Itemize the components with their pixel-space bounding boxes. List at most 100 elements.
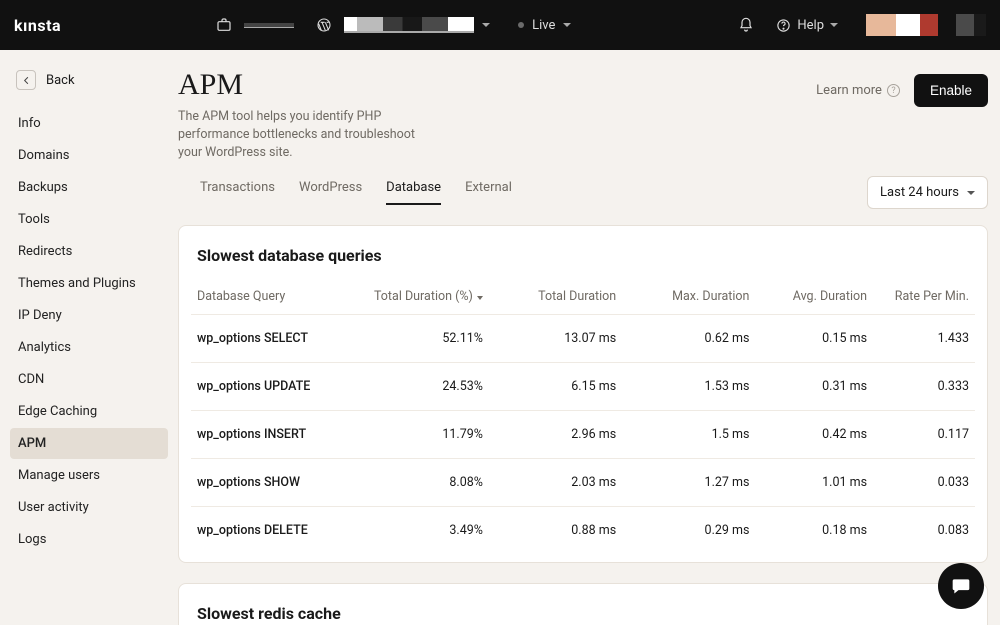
slowest-db-card: Slowest database queries Database Query … [178,225,988,563]
site-name-redacted [344,17,474,33]
cell-max: 0.29 ms [622,507,755,555]
sidebar-item-tools[interactable]: Tools [10,204,168,235]
enable-button[interactable]: Enable [914,74,988,107]
sidebar-item-redirects[interactable]: Redirects [10,236,168,267]
col-query[interactable]: Database Query [191,271,356,315]
cell-pct: 24.53% [356,363,489,411]
back-button[interactable]: Back [10,62,168,108]
help-menu[interactable]: Help [776,18,838,33]
sort-desc-icon [477,296,483,300]
sidebar-item-analytics[interactable]: Analytics [10,332,168,363]
env-status-dot [518,22,524,28]
sidebar: Back InfoDomainsBackupsToolsRedirectsThe… [0,50,178,625]
topbar: kınsta Live Help [0,0,1000,50]
cell-rate: 1.433 [873,315,975,363]
col-pct[interactable]: Total Duration (%) [356,271,489,315]
cell-query: wp_options SELECT [191,315,356,363]
cell-avg: 0.42 ms [755,411,873,459]
sidebar-item-logs[interactable]: Logs [10,524,168,555]
sidebar-item-user-activity[interactable]: User activity [10,492,168,523]
col-total[interactable]: Total Duration [489,271,622,315]
cell-total: 13.07 ms [489,315,622,363]
table-row[interactable]: wp_options INSERT11.79%2.96 ms1.5 ms0.42… [191,411,975,459]
tab-wordpress[interactable]: WordPress [299,180,362,205]
briefcase-icon [212,13,236,37]
environment-switcher[interactable]: Live [518,18,571,33]
notifications-button[interactable] [734,13,758,37]
back-label: Back [46,73,75,88]
tab-transactions[interactable]: Transactions [200,180,275,205]
chevron-down-icon [967,191,975,195]
cell-pct: 52.11% [356,315,489,363]
learn-more-link[interactable]: Learn more ? [816,83,900,98]
table-row[interactable]: wp_options UPDATE24.53%6.15 ms1.53 ms0.3… [191,363,975,411]
sidebar-item-backups[interactable]: Backups [10,172,168,203]
main-content: APM The APM tool helps you identify PHP … [178,50,1000,625]
sidebar-item-domains[interactable]: Domains [10,140,168,171]
cell-rate: 0.033 [873,459,975,507]
cell-max: 1.27 ms [622,459,755,507]
col-rate[interactable]: Rate Per Min. [873,271,975,315]
chevron-down-icon [482,23,490,27]
page-subtitle: The APM tool helps you identify PHP perf… [178,108,438,162]
cell-max: 1.5 ms [622,411,755,459]
arrow-left-icon [16,70,36,90]
db-queries-table: Database Query Total Duration (%) Total … [191,271,975,554]
cell-total: 0.88 ms [489,507,622,555]
tab-database[interactable]: Database [386,180,441,205]
account-avatar-redacted[interactable] [866,14,986,36]
company-name-redacted [244,23,294,28]
cell-rate: 0.117 [873,411,975,459]
chevron-down-icon [563,23,571,27]
col-max[interactable]: Max. Duration [622,271,755,315]
tab-external[interactable]: External [465,180,512,205]
sidebar-item-themes-and-plugins[interactable]: Themes and Plugins [10,268,168,299]
cell-query: wp_options SHOW [191,459,356,507]
cell-avg: 1.01 ms [755,459,873,507]
cell-query: wp_options UPDATE [191,363,356,411]
col-pct-label: Total Duration (%) [374,289,473,304]
chat-icon [951,576,971,596]
cell-query: wp_options INSERT [191,411,356,459]
tabs: Transactions WordPress Database External [200,180,512,205]
cell-pct: 11.79% [356,411,489,459]
sidebar-item-cdn[interactable]: CDN [10,364,168,395]
cell-max: 0.62 ms [622,315,755,363]
cell-rate: 0.333 [873,363,975,411]
company-switcher[interactable] [212,13,294,37]
card-title: Slowest database queries [191,246,975,271]
table-row[interactable]: wp_options SHOW8.08%2.03 ms1.27 ms1.01 m… [191,459,975,507]
col-avg[interactable]: Avg. Duration [755,271,873,315]
sidebar-item-apm[interactable]: APM [10,428,168,459]
cell-pct: 3.49% [356,507,489,555]
sidebar-item-manage-users[interactable]: Manage users [10,460,168,491]
slowest-redis-card: Slowest redis cache [178,583,988,625]
wordpress-icon [312,13,336,37]
help-icon [776,18,791,33]
page-title: APM [178,68,796,102]
card-title: Slowest redis cache [191,604,975,625]
sidebar-item-ip-deny[interactable]: IP Deny [10,300,168,331]
help-label: Help [797,18,824,33]
sidebar-item-info[interactable]: Info [10,108,168,139]
cell-avg: 0.18 ms [755,507,873,555]
cell-avg: 0.31 ms [755,363,873,411]
time-range-dropdown[interactable]: Last 24 hours [867,176,988,209]
cell-max: 1.53 ms [622,363,755,411]
learn-more-label: Learn more [816,83,882,98]
brand-logo[interactable]: kınsta [14,16,61,35]
cell-rate: 0.083 [873,507,975,555]
cell-pct: 8.08% [356,459,489,507]
sidebar-item-edge-caching[interactable]: Edge Caching [10,396,168,427]
cell-total: 2.96 ms [489,411,622,459]
time-range-label: Last 24 hours [880,185,959,200]
site-switcher[interactable] [312,13,490,37]
chevron-down-icon [830,23,838,27]
cell-total: 6.15 ms [489,363,622,411]
table-row[interactable]: wp_options DELETE3.49%0.88 ms0.29 ms0.18… [191,507,975,555]
cell-query: wp_options DELETE [191,507,356,555]
chat-button[interactable] [938,563,984,609]
table-row[interactable]: wp_options SELECT52.11%13.07 ms0.62 ms0.… [191,315,975,363]
help-tooltip-icon: ? [887,84,900,97]
cell-avg: 0.15 ms [755,315,873,363]
